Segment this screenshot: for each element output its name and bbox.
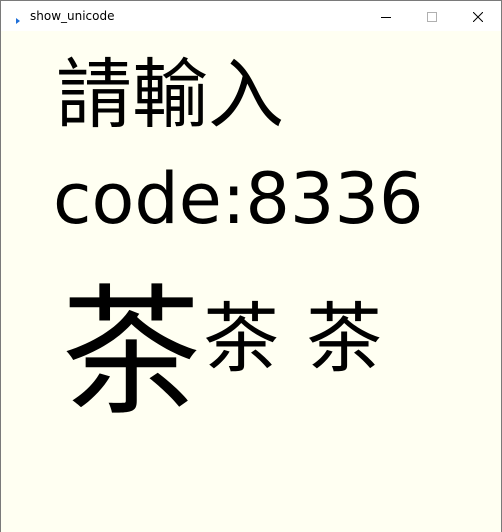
maximize-button[interactable] [409,1,455,31]
minimize-button[interactable] [363,1,409,31]
glyph-medium-1: 茶 [203,294,279,383]
code-readout: code:8336 [53,158,424,240]
app-icon[interactable] [13,11,23,24]
close-button[interactable] [455,1,501,31]
sketch-canvas: 請輸入 code:8336 茶 茶 茶 [1,31,501,532]
close-icon [472,7,484,26]
window-title: show_unicode [30,9,115,23]
glyph-large: 茶 [61,272,202,435]
glyph-medium-2: 茶 [306,294,382,383]
maximize-icon [427,7,437,26]
minimize-icon [381,7,391,26]
app-window: show_unicode 請輸入 code:8336 茶 茶 茶 [0,0,502,532]
title-bar[interactable]: show_unicode [1,1,501,31]
prompt-text: 請輸入 [56,50,284,139]
